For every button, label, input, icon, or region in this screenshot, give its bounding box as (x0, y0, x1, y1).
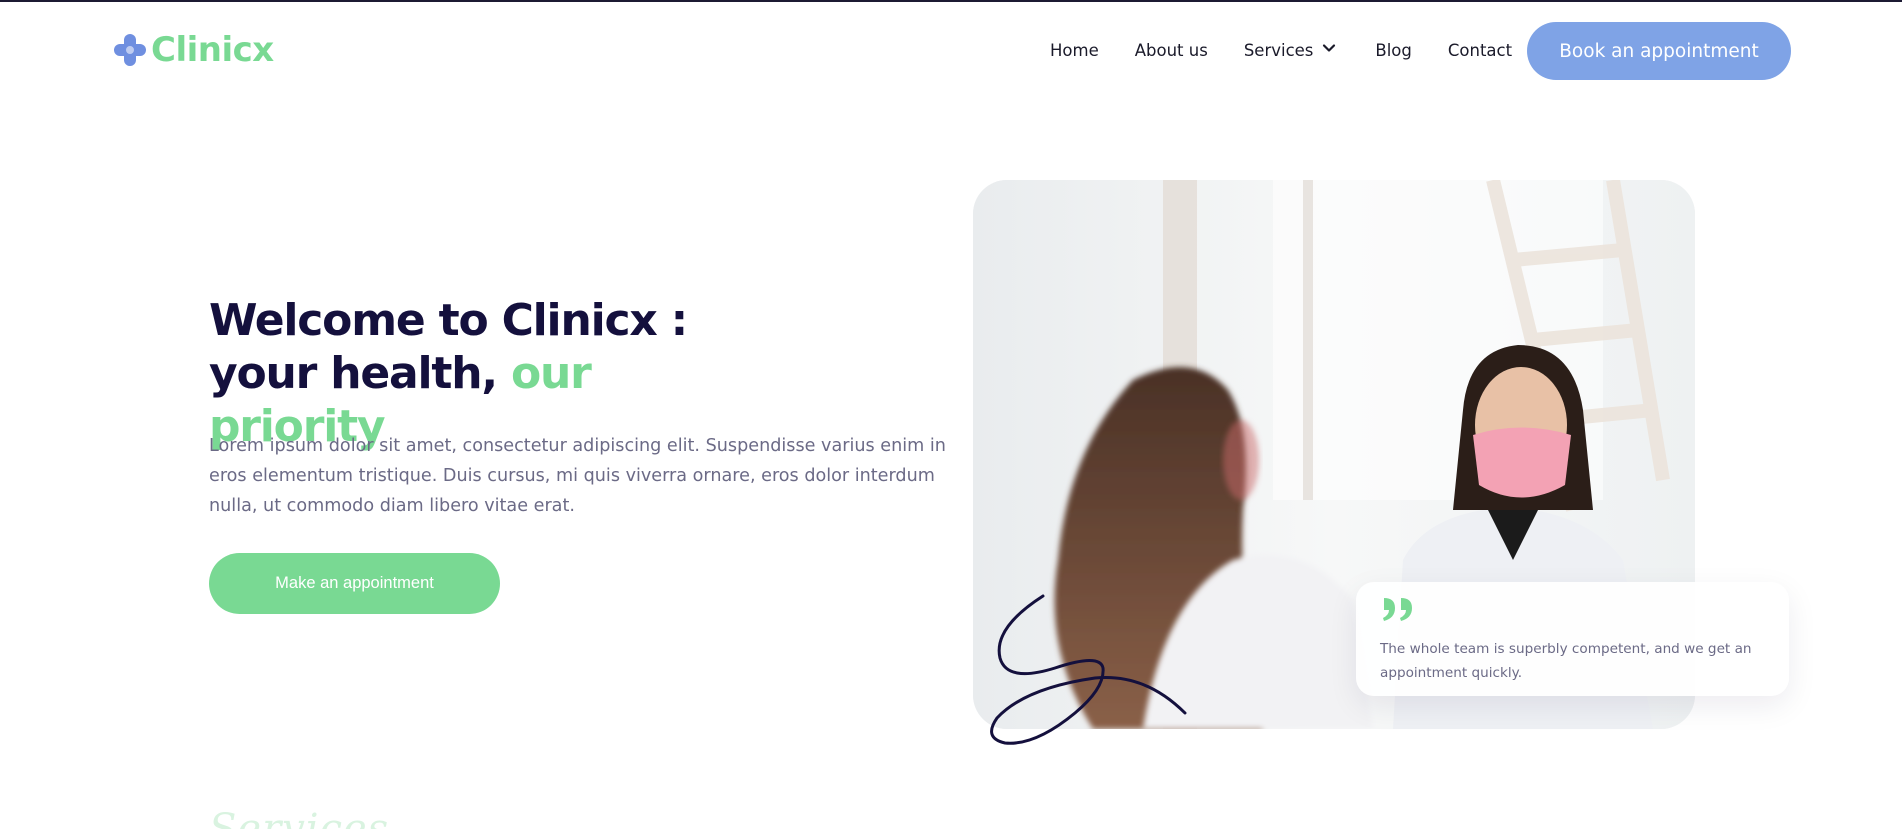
hero-title: Welcome to Clinicx : your health, our pr… (209, 294, 769, 453)
quote-icon (1380, 598, 1416, 626)
medical-cross-icon (113, 32, 147, 68)
book-appointment-button[interactable]: Book an appointment (1527, 22, 1791, 80)
logo-text: Clinicx (151, 30, 274, 70)
make-appointment-button[interactable]: Make an appointment (209, 553, 500, 614)
hero-title-main: Welcome to Clinicx : your health, (209, 295, 688, 399)
nav-contact[interactable]: Contact (1448, 41, 1512, 60)
nav-services-label: Services (1243, 41, 1314, 60)
services-section-title: Services (209, 806, 390, 829)
testimonial-text: The whole team is superbly competent, an… (1380, 641, 1752, 681)
main-nav: Home About us Services Blog Contact (1050, 40, 1512, 61)
hero-description: Lorem ipsum dolor sit amet, consectetur … (209, 436, 946, 516)
chevron-down-icon (1321, 40, 1337, 61)
nav-about-us[interactable]: About us (1135, 41, 1208, 60)
logo[interactable]: Clinicx (113, 32, 274, 68)
testimonial-card: The whole team is superbly competent, an… (1356, 582, 1789, 696)
site-header: Clinicx Home About us Services Blog Cont… (0, 2, 1902, 98)
nav-services[interactable]: Services (1244, 40, 1338, 61)
signature-squiggle-decoration (990, 594, 1187, 745)
nav-home[interactable]: Home (1050, 41, 1099, 60)
nav-blog[interactable]: Blog (1375, 41, 1411, 60)
